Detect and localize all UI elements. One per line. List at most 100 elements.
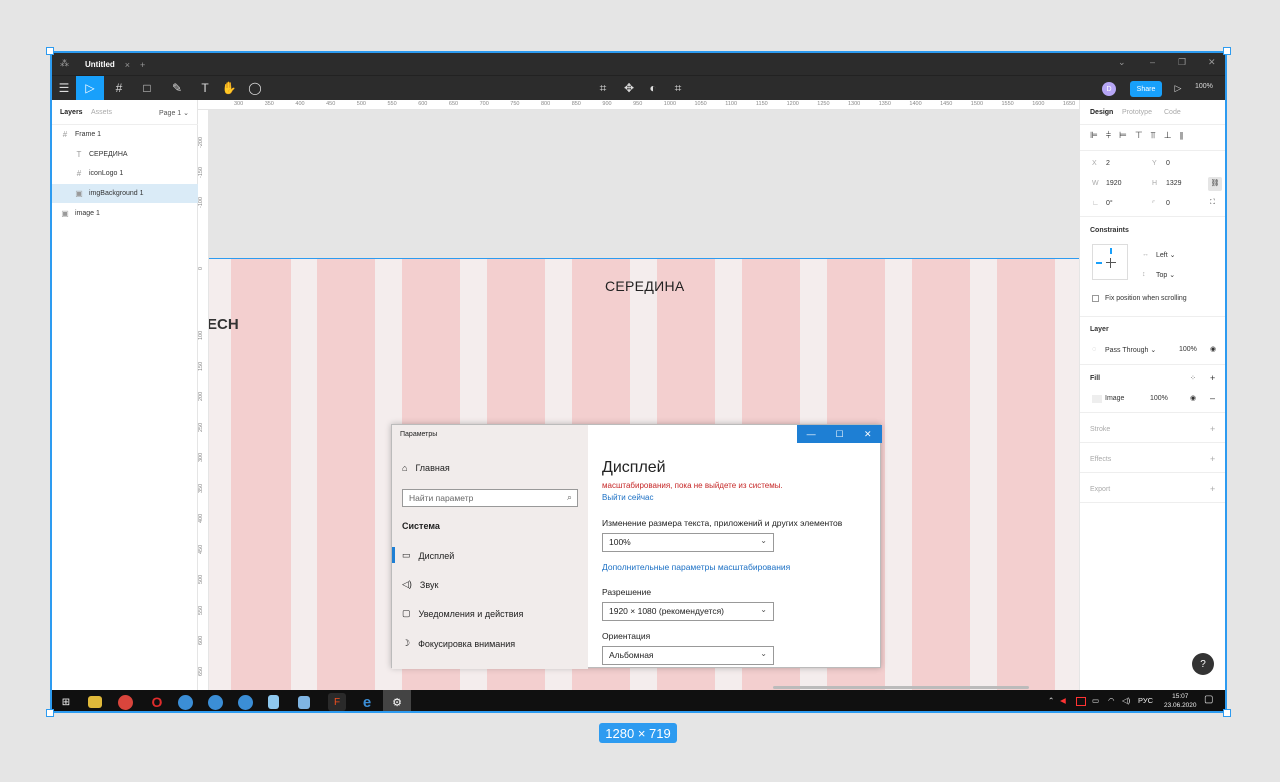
- mask-icon[interactable]: ◐: [644, 80, 662, 96]
- browser-icon[interactable]: [178, 695, 193, 710]
- menu-icon[interactable]: ☰: [55, 80, 73, 96]
- constraints-widget[interactable]: [1092, 244, 1128, 280]
- tab-layers[interactable]: Layers: [60, 109, 83, 116]
- frame-1[interactable]: СЕРЕДИНА ECH Параметры ⌂ Главная Найти п…: [209, 258, 1079, 690]
- tray-chevron-icon[interactable]: ⌃: [1048, 696, 1054, 705]
- add-export-icon[interactable]: +: [1210, 484, 1215, 494]
- layer-opacity-input[interactable]: 100%: [1179, 346, 1197, 353]
- layer-frame-1[interactable]: # Frame 1: [52, 125, 198, 144]
- pen-tool-icon[interactable]: ✎: [168, 80, 186, 96]
- text-tool-icon[interactable]: T: [196, 80, 214, 96]
- browser-icon[interactable]: [208, 695, 223, 710]
- independent-corners-icon[interactable]: ⛶: [1210, 199, 1215, 207]
- scale-dropdown[interactable]: 100% ⌄: [602, 533, 774, 552]
- constraint-horizontal-select[interactable]: Left ⌄: [1156, 251, 1176, 259]
- signout-link[interactable]: Выйти сейчас: [602, 493, 653, 502]
- battery-icon[interactable]: ▭: [1092, 696, 1099, 705]
- windows-start-icon[interactable]: ⊞: [57, 693, 75, 711]
- opera-icon[interactable]: O: [148, 693, 166, 711]
- orientation-dropdown[interactable]: Альбомная ⌄: [602, 646, 774, 665]
- close-icon[interactable]: ✕: [854, 425, 882, 443]
- fill-type[interactable]: Image: [1105, 395, 1124, 402]
- avatar[interactable]: D: [1102, 82, 1116, 96]
- settings-taskbar-icon[interactable]: ⚙: [383, 690, 411, 711]
- present-icon[interactable]: ▷: [1169, 80, 1187, 96]
- advanced-scaling-link[interactable]: Дополнительные параметры масштабирования: [602, 562, 790, 572]
- x-input[interactable]: 2: [1106, 160, 1110, 167]
- layer-seredina[interactable]: T СЕРЕДИНА: [52, 145, 198, 164]
- zoom-level[interactable]: 100%: [1195, 83, 1213, 90]
- image-swatch[interactable]: [1092, 395, 1102, 403]
- page-selector[interactable]: Page 1 ⌄: [159, 109, 189, 117]
- browser-icon[interactable]: [238, 695, 253, 710]
- horizontal-scrollbar[interactable]: [773, 686, 1029, 689]
- add-effect-icon[interactable]: +: [1210, 454, 1215, 464]
- component-icon[interactable]: ⌗: [594, 80, 612, 96]
- eye-icon[interactable]: ◉: [1190, 394, 1196, 402]
- tray-app-icon[interactable]: ◀: [1060, 696, 1066, 705]
- minimize-icon[interactable]: –: [1150, 57, 1155, 67]
- layer-image-1[interactable]: ▣ image 1: [52, 204, 198, 223]
- styles-icon[interactable]: ⁘: [1190, 374, 1196, 382]
- figma-logo-icon[interactable]: ⁂: [60, 58, 69, 69]
- settings-search-input[interactable]: Найти параметр ⌕: [402, 489, 578, 507]
- h-input[interactable]: 1329: [1166, 180, 1182, 187]
- notification-center-icon[interactable]: ▢: [1204, 694, 1213, 705]
- tab-assets[interactable]: Assets: [91, 109, 112, 116]
- constraint-vertical-select[interactable]: Top ⌄: [1156, 271, 1175, 279]
- figma-icon[interactable]: F: [328, 693, 346, 711]
- language-indicator[interactable]: РУС: [1138, 696, 1153, 705]
- wifi-icon[interactable]: ◠: [1108, 696, 1115, 705]
- nav-home[interactable]: ⌂ Главная: [402, 463, 450, 473]
- help-button[interactable]: ?: [1192, 653, 1214, 675]
- minimize-icon[interactable]: —: [797, 425, 825, 443]
- crop-icon[interactable]: ⌗: [669, 80, 687, 96]
- app-icon[interactable]: [268, 695, 279, 709]
- resize-handle[interactable]: [1223, 709, 1231, 717]
- chevron-down-icon[interactable]: ⌄: [1118, 57, 1126, 68]
- nav-sound[interactable]: ◁) Звук: [402, 579, 438, 590]
- resolution-dropdown[interactable]: 1920 × 1080 (рекомендуется) ⌄: [602, 602, 774, 621]
- comment-tool-icon[interactable]: ◯: [246, 80, 264, 96]
- layer-imgbackground[interactable]: ▣ imgBackground 1: [52, 184, 198, 203]
- shape-tool-icon[interactable]: □: [138, 80, 156, 96]
- edge-icon[interactable]: e: [358, 693, 376, 711]
- y-input[interactable]: 0: [1166, 160, 1170, 167]
- move-tool-button[interactable]: ▷: [76, 76, 104, 101]
- chrome-icon[interactable]: [118, 695, 133, 710]
- create-component-icon[interactable]: ✥: [620, 80, 638, 96]
- add-stroke-icon[interactable]: +: [1210, 424, 1215, 434]
- add-fill-icon[interactable]: +: [1210, 373, 1215, 383]
- align-icons[interactable]: ⊫⫩⊨⊤⫪⊥⫴: [1090, 130, 1191, 141]
- file-explorer-icon[interactable]: [88, 696, 102, 708]
- add-tab-icon[interactable]: +: [140, 60, 145, 70]
- frame-heading[interactable]: СЕРЕДИНА: [605, 278, 685, 294]
- hand-tool-icon[interactable]: ✋: [220, 80, 238, 96]
- rotation-input[interactable]: 0°: [1106, 200, 1113, 207]
- eye-icon[interactable]: ◉: [1210, 345, 1216, 353]
- resize-handle[interactable]: [46, 709, 54, 717]
- fill-opacity-input[interactable]: 100%: [1150, 395, 1168, 402]
- share-button[interactable]: Share: [1130, 81, 1162, 97]
- tab-code[interactable]: Code: [1164, 109, 1181, 116]
- clock[interactable]: 15:07 23.06.2020: [1164, 692, 1197, 710]
- layer-iconlogo[interactable]: # iconLogo 1: [52, 164, 198, 183]
- file-tab[interactable]: Untitled × +: [79, 56, 151, 73]
- close-window-icon[interactable]: ✕: [1208, 57, 1216, 68]
- fix-position-checkbox[interactable]: [1092, 295, 1099, 302]
- nav-display[interactable]: ▭ Дисплей: [402, 550, 454, 561]
- resize-handle[interactable]: [46, 47, 54, 55]
- frame-tool-icon[interactable]: #: [110, 80, 128, 96]
- volume-icon[interactable]: ◁): [1122, 696, 1130, 705]
- nav-notifications[interactable]: ▢ Уведомления и действия: [402, 608, 523, 619]
- remove-fill-icon[interactable]: –: [1210, 393, 1215, 403]
- maximize-icon[interactable]: ❐: [1178, 57, 1186, 68]
- resize-handle[interactable]: [1223, 47, 1231, 55]
- radius-input[interactable]: 0: [1166, 200, 1170, 207]
- constrain-proportions-icon[interactable]: ⛓: [1208, 177, 1222, 191]
- tab-prototype[interactable]: Prototype: [1122, 109, 1152, 116]
- nav-focus[interactable]: ☽ Фокусировка внимания: [402, 638, 515, 649]
- tab-design[interactable]: Design: [1090, 109, 1113, 116]
- canvas[interactable]: СЕРЕДИНА ECH Параметры ⌂ Главная Найти п…: [209, 110, 1079, 690]
- blend-mode-select[interactable]: Pass Through ⌄: [1105, 346, 1156, 354]
